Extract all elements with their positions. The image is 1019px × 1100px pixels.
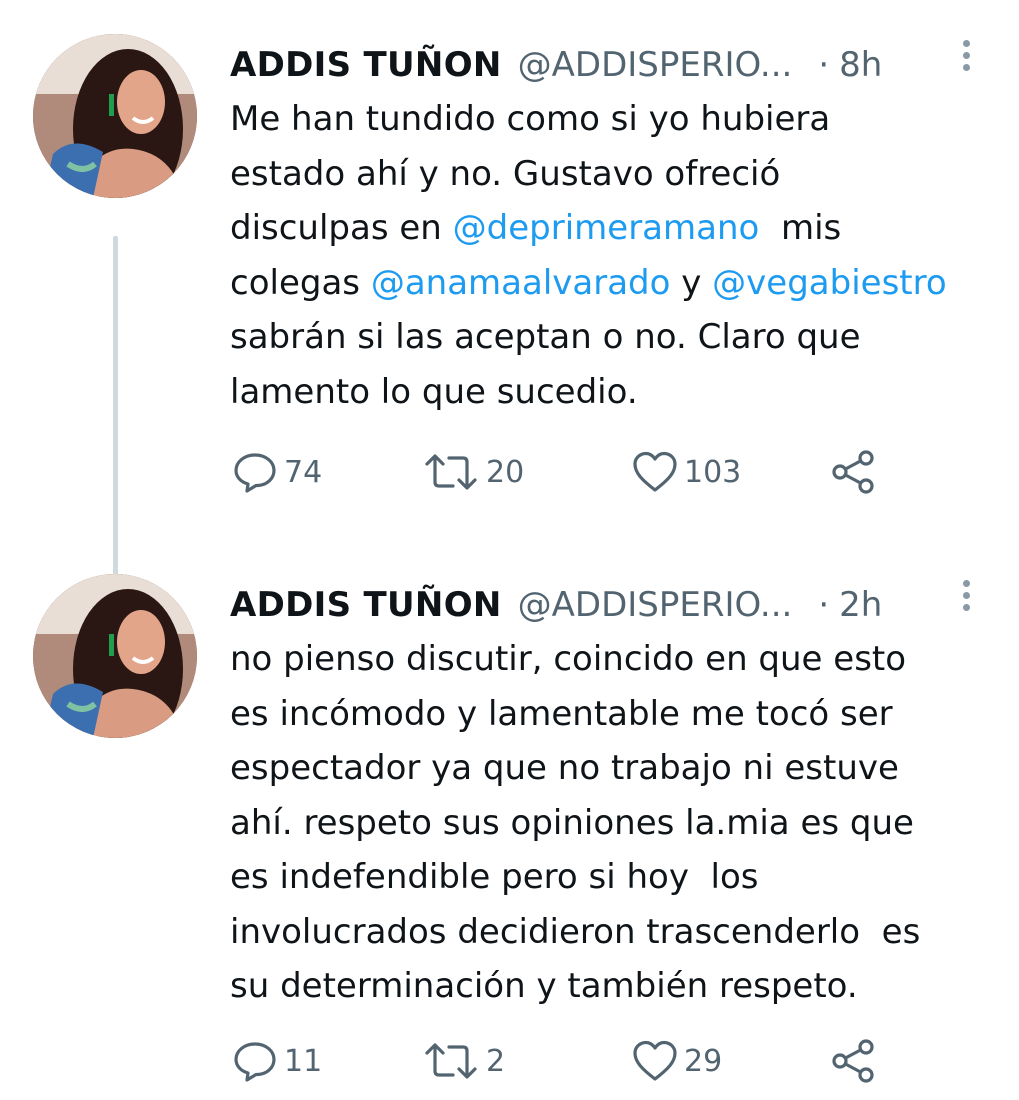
text-segment: involucrados decidieron trascenderlo es bbox=[230, 911, 921, 952]
separator-dot: · bbox=[818, 585, 830, 625]
text-segment: es indefendible pero si hoy los bbox=[230, 857, 759, 897]
text-line: lamento lo que sucedio. bbox=[230, 365, 990, 420]
display-name[interactable]: ADDIS TUÑON bbox=[230, 45, 502, 85]
share-icon bbox=[832, 450, 874, 494]
retweet-count: 20 bbox=[486, 454, 525, 490]
reply-count: 74 bbox=[284, 454, 323, 490]
reply-button[interactable]: 11 bbox=[232, 1036, 322, 1086]
text-line: no pienso discutir, coincido en que esto bbox=[230, 632, 990, 687]
text-line: Me han tundido como si yo hubiera bbox=[230, 92, 990, 147]
text-line: ahí. respeto sus opiniones la.mia es que bbox=[230, 796, 990, 851]
avatar-image bbox=[33, 574, 197, 738]
retweet-icon bbox=[425, 1043, 477, 1079]
text-segment: mis bbox=[759, 208, 842, 248]
share-icon bbox=[832, 1039, 874, 1083]
text-segment: espectador ya que no trabajo ni estuve bbox=[230, 748, 899, 788]
retweet-count: 2 bbox=[486, 1043, 506, 1079]
reply-icon bbox=[234, 1042, 276, 1082]
text-line: involucrados decidieron trascenderlo es bbox=[230, 905, 990, 960]
share-button[interactable] bbox=[830, 1036, 878, 1086]
text-segment: lamento lo que sucedio. bbox=[230, 371, 638, 412]
user-handle[interactable]: @ADDISPERIO... bbox=[518, 585, 793, 625]
text-line: estado ahí y no. Gustavo ofreció bbox=[230, 147, 990, 202]
reply-icon bbox=[234, 453, 276, 493]
text-segment: Me han tundido como si yo hubiera bbox=[230, 99, 831, 139]
tweet-header: ADDIS TUÑON @ADDISPERIO... · 8h bbox=[230, 40, 979, 90]
text-line: colegas @anamaalvarado y @vegabiestro bbox=[230, 256, 990, 311]
avatar-image bbox=[33, 34, 197, 198]
text-line: sabrán si las aceptan o no. Claro que bbox=[230, 310, 990, 365]
text-segment: y bbox=[670, 262, 713, 303]
like-count: 29 bbox=[684, 1043, 723, 1079]
avatar[interactable] bbox=[33, 574, 197, 738]
share-button[interactable] bbox=[830, 447, 878, 497]
text-line: es incómodo y lamentable me tocó ser bbox=[230, 687, 990, 742]
like-count: 103 bbox=[684, 454, 742, 490]
text-segment: disculpas en bbox=[230, 208, 453, 248]
retweet-icon bbox=[425, 454, 477, 490]
retweet-button[interactable]: 2 bbox=[422, 1036, 505, 1086]
text-line: es indefendible pero si hoy los bbox=[230, 850, 990, 905]
like-button[interactable]: 103 bbox=[632, 447, 741, 497]
display-name[interactable]: ADDIS TUÑON bbox=[230, 585, 502, 625]
text-segment: su determinación y también respeto. bbox=[230, 966, 858, 1006]
reply-count: 11 bbox=[284, 1043, 323, 1079]
text-segment: estado ahí y no. Gustavo ofreció bbox=[230, 153, 781, 194]
text-segment: colegas bbox=[230, 262, 371, 303]
separator-dot: · bbox=[818, 45, 830, 85]
mention-link[interactable]: @vegabiestro bbox=[712, 263, 946, 303]
retweet-button[interactable]: 20 bbox=[422, 447, 524, 497]
timestamp[interactable]: 2h bbox=[839, 585, 882, 625]
text-segment: no pienso discutir, coincido en que esto bbox=[230, 639, 907, 679]
tweet-actions: 74 20 103 bbox=[232, 447, 892, 497]
reply-button[interactable]: 74 bbox=[232, 447, 322, 497]
text-segment: sabrán si las aceptan o no. Claro que bbox=[230, 317, 861, 357]
text-line: su determinación y también respeto. bbox=[230, 959, 990, 1014]
mention-link[interactable]: @anamaalvarado bbox=[371, 263, 671, 303]
tweet-actions: 11 2 29 bbox=[232, 1036, 892, 1086]
tweet[interactable]: ADDIS TUÑON @ADDISPERIO... · 2h no piens… bbox=[0, 570, 1019, 1100]
tweet-header: ADDIS TUÑON @ADDISPERIO... · 2h bbox=[230, 580, 979, 630]
heart-icon bbox=[633, 1040, 677, 1081]
more-icon[interactable] bbox=[961, 580, 971, 616]
heart-icon bbox=[633, 451, 677, 492]
timestamp[interactable]: 8h bbox=[839, 45, 882, 85]
tweet-text: Me han tundido como si yo hubiera estado… bbox=[230, 92, 990, 419]
more-icon[interactable] bbox=[961, 40, 971, 76]
avatar[interactable] bbox=[33, 34, 197, 198]
tweet[interactable]: ADDIS TUÑON @ADDISPERIO... · 8h Me han t… bbox=[0, 30, 1019, 592]
text-segment: es incómodo y lamentable me tocó ser bbox=[230, 693, 893, 734]
mention-link[interactable]: @deprimeramano bbox=[453, 208, 760, 248]
thread-line bbox=[113, 236, 118, 592]
text-segment: ahí. respeto sus opiniones la.mia es que bbox=[230, 802, 914, 843]
text-line: disculpas en @deprimeramano mis bbox=[230, 201, 990, 256]
tweet-text: no pienso discutir, coincido en que esto… bbox=[230, 632, 990, 1014]
like-button[interactable]: 29 bbox=[632, 1036, 722, 1086]
user-handle[interactable]: @ADDISPERIO... bbox=[518, 45, 793, 85]
text-line: espectador ya que no trabajo ni estuve bbox=[230, 741, 990, 796]
